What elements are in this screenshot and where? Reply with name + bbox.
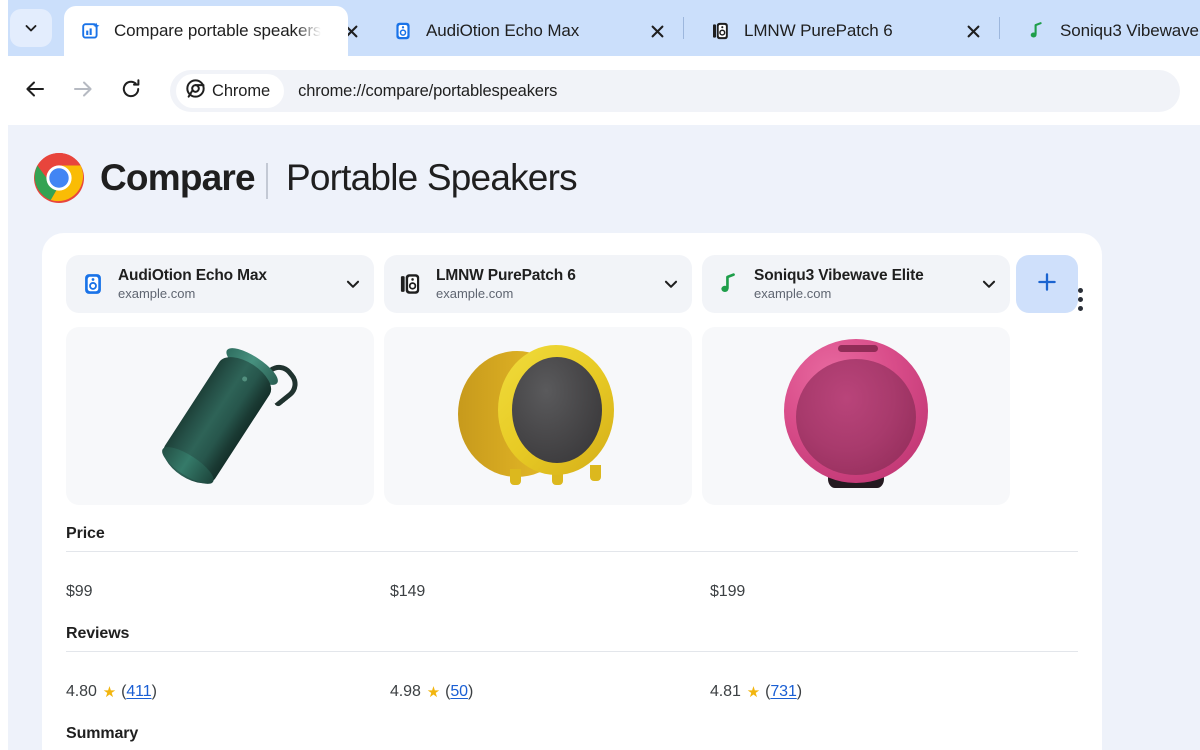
product-selector-row: AudiOtion Echo Max example.com LMNW Pure… xyxy=(66,255,1078,313)
tab-close-button[interactable] xyxy=(644,18,670,44)
star-icon: ★ xyxy=(102,683,117,701)
tab-strip: Compare portable speakers AudiOtion Echo… xyxy=(0,0,1200,56)
product-domain: example.com xyxy=(118,285,196,301)
price-value-2: $149 xyxy=(390,583,426,600)
reload-icon xyxy=(119,77,143,106)
tab-title: Compare portable speakers xyxy=(114,21,322,40)
browser-window: Compare portable speakers AudiOtion Echo… xyxy=(0,0,1200,750)
tab-search-button[interactable] xyxy=(10,9,52,47)
dot xyxy=(1077,287,1083,293)
arrow-left-icon xyxy=(23,77,47,106)
green-music-note-icon xyxy=(1026,20,1048,42)
rating-value: 4.80 xyxy=(66,683,97,700)
chrome-logo-icon xyxy=(33,152,85,204)
section-label-summary: Summary xyxy=(66,725,139,742)
plus-icon xyxy=(1036,271,1058,298)
tab-compare-portable-speakers[interactable]: Compare portable speakers xyxy=(64,6,348,56)
section-label-reviews: Reviews xyxy=(66,625,130,642)
tab-soniqu3-vibewave-elite[interactable]: Soniqu3 Vibewave Elite xyxy=(1010,6,1200,56)
address-bar[interactable]: Chrome chrome://compare/portablespeakers xyxy=(170,70,1180,112)
green-music-note-icon xyxy=(716,271,742,297)
tab-separator xyxy=(683,17,684,39)
blue-speaker-icon xyxy=(392,20,414,42)
tab-lmnw-purepatch-6[interactable]: LMNW PurePatch 6 xyxy=(694,6,962,56)
review-count-close-paren: ) xyxy=(796,683,802,700)
review-cell-2: 4.98 ★ ( 50 ) xyxy=(390,683,473,701)
review-count-close-paren: ) xyxy=(151,683,157,700)
page-content: Compare Portable Speakers AudiOtion Echo… xyxy=(8,125,1200,750)
forward-button[interactable] xyxy=(62,70,104,112)
arrow-right-icon xyxy=(71,77,95,106)
rating-value: 4.81 xyxy=(710,683,741,700)
more-vertical-icon[interactable] xyxy=(1060,277,1100,321)
product-domain: example.com xyxy=(436,285,514,301)
compare-brand-label: Compare xyxy=(100,157,256,198)
product-image-3 xyxy=(702,327,1010,505)
chrome-source-chip[interactable]: Chrome xyxy=(176,74,285,108)
product-selector-text: Soniqu3 Vibewave Elite example.com xyxy=(754,266,974,303)
tab-title: AudiOtion Echo Max xyxy=(426,21,580,40)
section-label-price: Price xyxy=(66,525,105,542)
product-image-2 xyxy=(384,327,692,505)
product-name: LMNW PurePatch 6 xyxy=(436,266,576,284)
review-count-close-paren: ) xyxy=(467,683,474,700)
compare-page-header: Compare Portable Speakers xyxy=(8,125,1200,233)
product-selector-2[interactable]: LMNW PurePatch 6 example.com xyxy=(384,255,692,313)
product-selector-text: LMNW PurePatch 6 example.com xyxy=(436,266,656,303)
product-selector-1[interactable]: AudiOtion Echo Max example.com xyxy=(66,255,374,313)
product-selector-3[interactable]: Soniqu3 Vibewave Elite example.com xyxy=(702,255,1010,313)
review-count-link-3[interactable]: 731 xyxy=(770,683,797,701)
product-name: Soniqu3 Vibewave Elite xyxy=(754,266,924,284)
dark-green-cylinder-speaker xyxy=(66,327,374,505)
header-divider xyxy=(266,163,268,199)
price-value-1: $99 xyxy=(66,583,93,600)
tab-title: Soniqu3 Vibewave Elite xyxy=(1060,21,1200,40)
yellow-drum-speaker xyxy=(384,327,692,505)
back-button[interactable] xyxy=(14,70,56,112)
product-image-1 xyxy=(66,327,374,505)
product-name: AudiOtion Echo Max xyxy=(118,266,267,284)
compare-chart-sparkle-icon xyxy=(80,20,102,42)
rating-value: 4.98 xyxy=(390,683,421,700)
tab-separator xyxy=(999,17,1000,39)
tab-title: LMNW PurePatch 6 xyxy=(744,21,893,40)
page-title: Portable Speakers xyxy=(286,157,578,198)
dot xyxy=(1077,305,1083,311)
chevron-down-icon[interactable] xyxy=(978,273,1000,295)
review-count-link-1[interactable]: 411 xyxy=(126,683,151,701)
review-cell-3: 4.81 ★ ( 731 ) xyxy=(710,683,802,701)
chevron-down-icon[interactable] xyxy=(660,273,682,295)
blue-speaker-icon xyxy=(80,271,106,297)
review-count-link-2[interactable]: 50 xyxy=(450,683,468,701)
dark-speaker-icon xyxy=(398,271,424,297)
dark-speaker-icon xyxy=(710,20,732,42)
tabstrip-left-edge xyxy=(0,0,8,56)
reload-button[interactable] xyxy=(110,70,152,112)
product-selector-text: AudiOtion Echo Max example.com xyxy=(118,266,338,303)
section-divider xyxy=(66,651,1078,652)
dot xyxy=(1077,296,1083,302)
comparison-card: AudiOtion Echo Max example.com LMNW Pure… xyxy=(42,233,1102,750)
product-domain: example.com xyxy=(754,285,832,301)
star-icon: ★ xyxy=(426,683,441,701)
chrome-chip-label: Chrome xyxy=(212,81,271,100)
review-cell-1: 4.80 ★ ( 411 ) xyxy=(66,683,157,701)
chevron-down-icon[interactable] xyxy=(342,273,364,295)
price-value-3: $199 xyxy=(710,583,746,600)
chrome-mono-icon xyxy=(186,79,205,103)
browser-toolbar: Chrome chrome://compare/portablespeakers xyxy=(0,56,1200,125)
tab-close-button[interactable] xyxy=(960,18,986,44)
section-divider xyxy=(66,551,1078,552)
star-icon: ★ xyxy=(746,683,761,701)
tab-audiotion-echo-max[interactable]: AudiOtion Echo Max xyxy=(376,6,648,56)
omnibox-url-text: chrome://compare/portablespeakers xyxy=(298,81,558,100)
pink-sphere-speaker xyxy=(702,327,1010,505)
chevron-down-icon xyxy=(23,20,39,36)
